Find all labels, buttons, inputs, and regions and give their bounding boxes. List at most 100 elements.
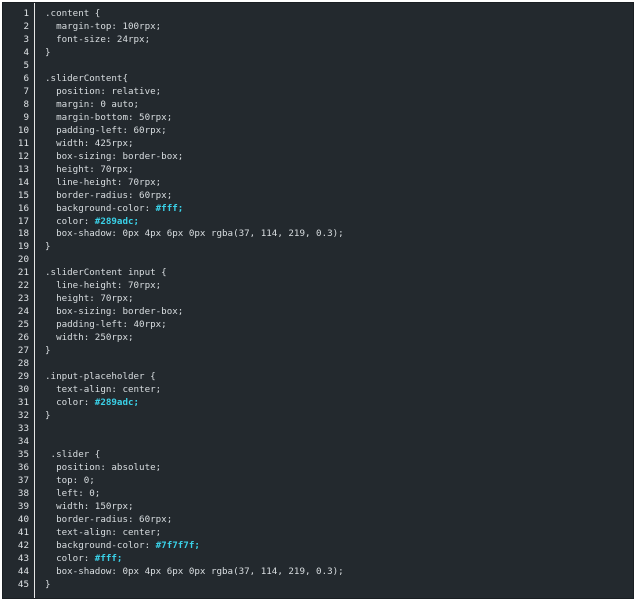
- line-number: 7: [23, 85, 29, 97]
- code-token: left: 0;: [45, 487, 101, 499]
- line-number: 41: [17, 526, 29, 538]
- code-token: height: 70rpx;: [45, 163, 134, 175]
- code-line[interactable]: 22 line-height: 70rpx;: [3, 280, 633, 293]
- code-line[interactable]: 11 width: 425rpx;: [3, 138, 633, 151]
- code-token: .input-placeholder {: [45, 371, 156, 383]
- code-text: height: 70rpx;: [45, 163, 134, 177]
- code-line[interactable]: 28: [3, 358, 633, 371]
- code-line[interactable]: 6 .sliderContent{: [3, 73, 633, 86]
- code-line[interactable]: 1 .content {: [3, 8, 633, 21]
- code-line[interactable]: 43 color: #fff;: [3, 553, 633, 566]
- code-token: box-sizing: border-box;: [45, 306, 184, 318]
- code-line[interactable]: 10 padding-left: 60rpx;: [3, 125, 633, 138]
- code-token: .slider {: [45, 448, 101, 460]
- code-token: background-color:: [45, 539, 156, 551]
- line-number: 44: [17, 565, 29, 577]
- line-number: 11: [17, 137, 29, 149]
- code-text: }: [45, 410, 51, 423]
- code-line[interactable]: 21 .sliderContent input {: [3, 267, 633, 280]
- code-token: }: [45, 46, 51, 58]
- code-text: .sliderContent input {: [45, 267, 167, 280]
- code-text: padding-left: 40rpx;: [45, 319, 167, 332]
- code-token: border-radius: 60rpx;: [45, 189, 173, 201]
- code-token: }: [45, 410, 51, 422]
- code-token: padding-left: 40rpx;: [45, 319, 167, 331]
- code-line[interactable]: 41 text-align: center;: [3, 527, 633, 540]
- code-line[interactable]: 37 top: 0;: [3, 475, 633, 488]
- code-line[interactable]: 13 height: 70rpx;: [3, 164, 633, 177]
- code-line[interactable]: 2 margin-top: 100rpx;: [3, 21, 633, 34]
- code-line[interactable]: 24 box-sizing: border-box;: [3, 306, 633, 319]
- code-text: position: relative;: [45, 86, 161, 99]
- code-line[interactable]: 8 margin: 0 auto;: [3, 99, 633, 112]
- line-number: 3: [23, 33, 29, 45]
- code-token: top: 0;: [45, 474, 95, 486]
- code-text: .content {: [45, 8, 100, 21]
- code-line[interactable]: 39 width: 150rpx;: [3, 501, 633, 514]
- code-token: position: relative;: [45, 85, 162, 97]
- code-line[interactable]: 27}: [3, 345, 633, 358]
- code-line[interactable]: 42 background-color: #7f7f7f;: [3, 540, 633, 553]
- line-number: 23: [17, 293, 29, 305]
- code-line[interactable]: 29 .input-placeholder {: [3, 371, 633, 384]
- line-number: 35: [17, 448, 29, 460]
- line-number: 29: [17, 371, 29, 383]
- code-line[interactable]: 30 text-align: center;: [3, 384, 633, 397]
- code-text: color: #fff;: [45, 553, 122, 566]
- code-line[interactable]: 38 left: 0;: [3, 488, 633, 501]
- code-line[interactable]: 31 color: #289adc;: [3, 397, 633, 410]
- code-text: }: [45, 241, 51, 254]
- code-line[interactable]: 45}: [3, 579, 633, 592]
- code-text: }: [45, 345, 51, 358]
- code-token: text-align: center;: [45, 526, 162, 538]
- line-number: 10: [17, 124, 29, 136]
- code-text: position: absolute;: [45, 462, 161, 475]
- code-line[interactable]: 14 line-height: 70rpx;: [3, 177, 633, 190]
- code-line[interactable]: 7 position: relative;: [3, 86, 633, 99]
- code-line[interactable]: 35 .slider {: [3, 449, 633, 462]
- code-text: color: #289adc;: [45, 216, 139, 229]
- code-text: .slider {: [45, 448, 101, 462]
- line-number: 26: [17, 332, 29, 344]
- code-line[interactable]: 9 margin-bottom: 50rpx;: [3, 112, 633, 125]
- line-number: 30: [17, 384, 29, 396]
- line-number: 19: [17, 241, 29, 253]
- line-number: 33: [17, 423, 29, 434]
- code-line[interactable]: 19}: [3, 241, 633, 254]
- code-line[interactable]: 4}: [3, 47, 633, 60]
- code-line[interactable]: 18 box-shadow: 0px 4px 6px 0px rgba(37, …: [3, 228, 633, 241]
- code-token: .sliderContent{: [45, 72, 128, 84]
- code-line[interactable]: 16 background-color: #fff;: [3, 203, 633, 216]
- code-token: margin-top: 100rpx;: [45, 20, 162, 32]
- code-line[interactable]: 33: [3, 423, 633, 436]
- code-text: width: 425rpx;: [45, 138, 133, 151]
- code-line[interactable]: 20: [3, 254, 633, 267]
- code-token: height: 70rpx;: [45, 293, 134, 305]
- code-line[interactable]: 26 width: 250rpx;: [3, 332, 633, 345]
- code-line[interactable]: 34: [3, 436, 633, 449]
- code-line[interactable]: 17 color: #289adc;: [3, 216, 633, 229]
- code-token: width: 150rpx;: [45, 500, 134, 512]
- code-line[interactable]: 25 padding-left: 40rpx;: [3, 319, 633, 332]
- code-text: margin-top: 100rpx;: [45, 21, 161, 34]
- code-line[interactable]: 3 font-size: 24rpx;: [3, 34, 633, 47]
- line-number: 27: [17, 345, 29, 357]
- code-line[interactable]: 32}: [3, 410, 633, 423]
- code-line[interactable]: 12 box-sizing: border-box;: [3, 151, 633, 164]
- code-line[interactable]: 23 height: 70rpx;: [3, 293, 633, 306]
- code-editor[interactable]: 1 .content {2 margin-top: 100rpx; 3 font-s…: [2, 2, 634, 599]
- code-text: border-radius: 60rpx;: [45, 190, 172, 203]
- line-number: 43: [17, 552, 29, 564]
- code-token: box-shadow: 0px 4px 6px 0px rgba(37, 114…: [45, 228, 344, 240]
- code-token: line-height: 70rpx;: [45, 280, 162, 292]
- code-text: box-shadow: 0px 4px 6px 0px rgba(37, 114…: [45, 566, 344, 579]
- line-number: 16: [17, 202, 29, 214]
- code-line[interactable]: 36 position: absolute;: [3, 462, 633, 475]
- code-line[interactable]: 15 border-radius: 60rpx;: [3, 190, 633, 203]
- line-number: 1: [23, 8, 29, 19]
- code-token: margin-bottom: 50rpx;: [45, 111, 173, 123]
- code-line[interactable]: 44 box-shadow: 0px 4px 6px 0px rgba(37, …: [3, 566, 633, 579]
- code-line[interactable]: 5: [3, 60, 633, 73]
- code-line[interactable]: 40 border-radius: 60rpx;: [3, 514, 633, 527]
- line-number: 9: [23, 111, 29, 123]
